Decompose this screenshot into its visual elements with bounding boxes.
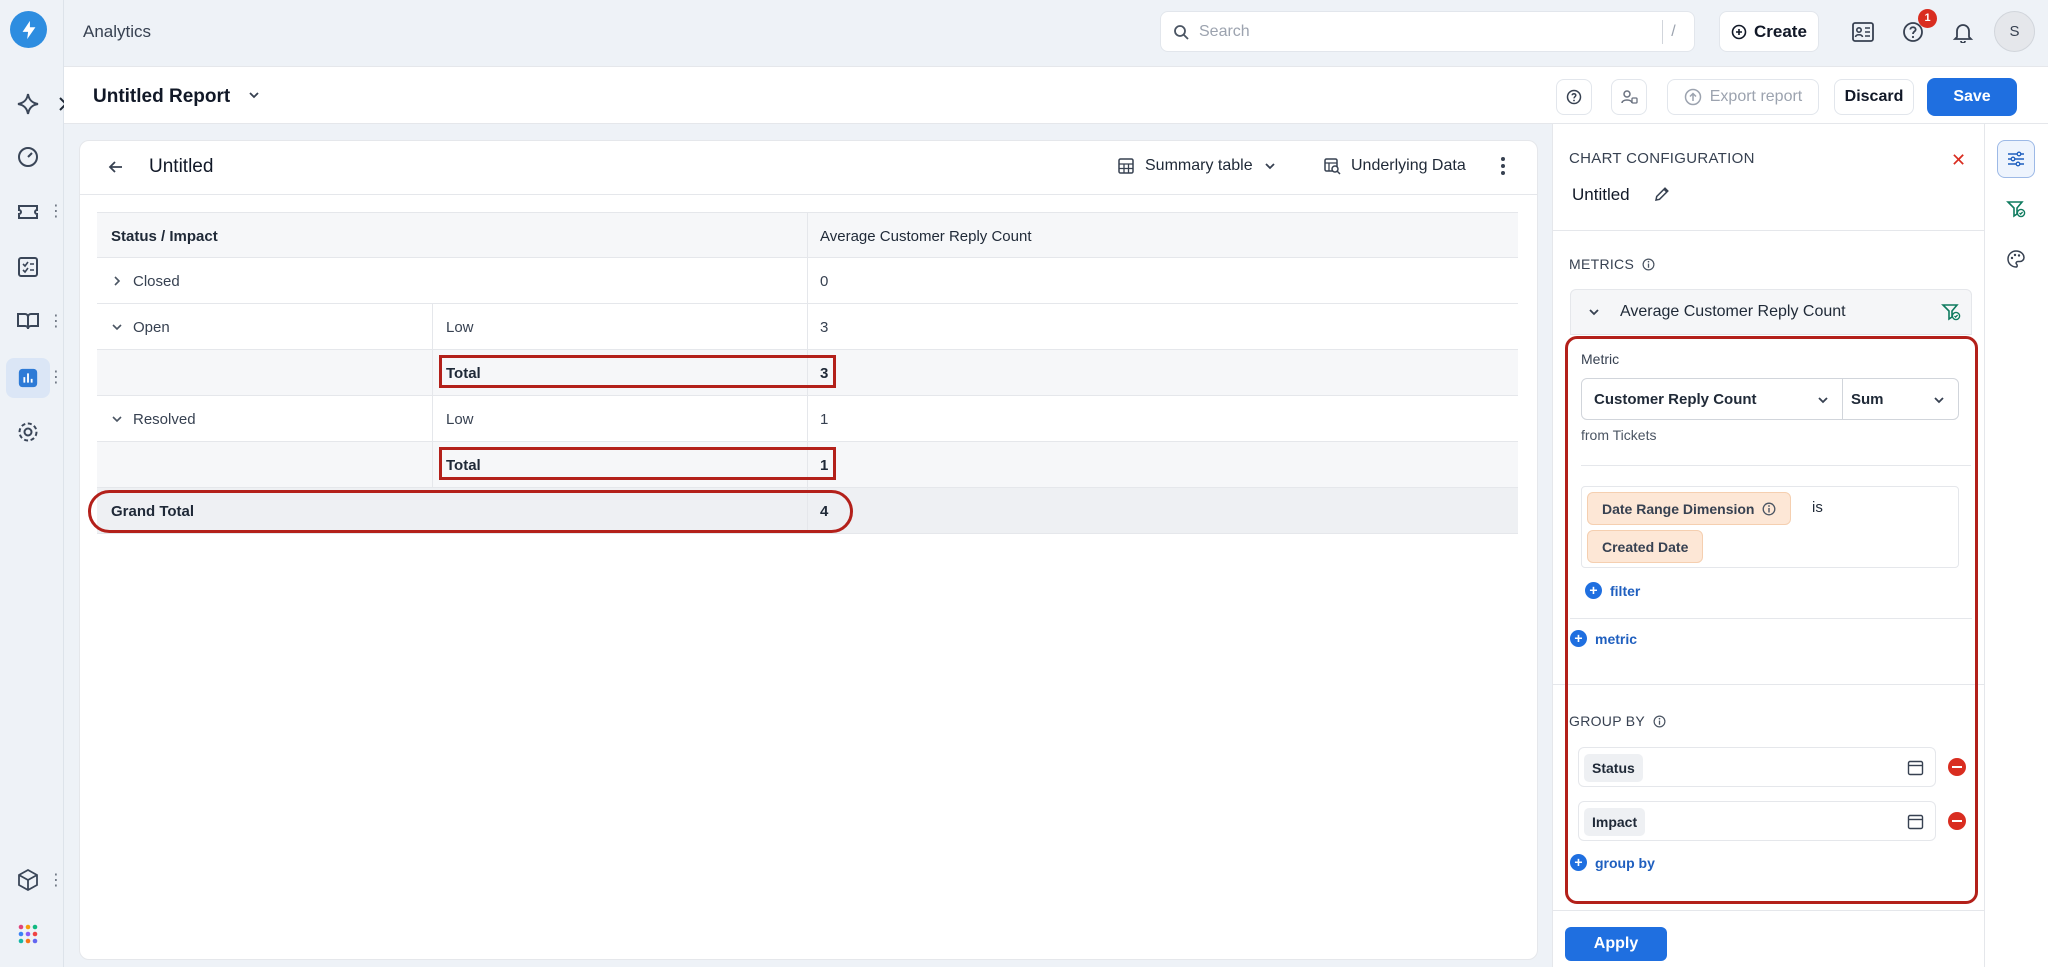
table-row: Closed 0 — [97, 258, 1518, 304]
underlying-data-button[interactable]: Underlying Data — [1323, 157, 1466, 175]
highlight-open-total — [439, 355, 836, 388]
chevron-right-icon — [114, 276, 121, 286]
search-placeholder: Search — [1199, 23, 1250, 40]
checklist-icon[interactable] — [14, 253, 42, 281]
export-report-button[interactable]: Export report — [1667, 79, 1819, 115]
view-type-label: Summary table — [1145, 157, 1253, 174]
user-avatar[interactable]: S — [1994, 11, 2035, 52]
notification-badge: 1 — [1918, 9, 1937, 28]
right-rail — [1984, 124, 2048, 967]
book-icon[interactable] — [14, 307, 42, 335]
status-label: Resolved — [133, 410, 196, 428]
chevron-down-icon[interactable] — [247, 88, 261, 102]
close-icon[interactable]: ✕ — [1951, 150, 1966, 171]
gear-icon[interactable] — [14, 418, 42, 446]
more-options-icon[interactable] — [1500, 155, 1506, 177]
info-icon — [1642, 258, 1655, 270]
dashboard-gauge-icon[interactable] — [14, 143, 42, 171]
config-title: CHART CONFIGURATION — [1569, 150, 1755, 167]
share-access-button[interactable] — [1611, 79, 1647, 115]
cube-more-icon[interactable]: ⋮ — [48, 871, 64, 891]
table-header-row: Status / Impact Average Customer Reply C… — [97, 212, 1518, 259]
impact-label: Low — [446, 318, 474, 336]
highlight-resolved-total — [439, 447, 836, 480]
highlight-config-section — [1565, 336, 1978, 904]
chevron-down-icon — [1264, 163, 1275, 170]
metric-name: Average Customer Reply Count — [1620, 303, 1846, 320]
metrics-section-label: METRICS — [1569, 256, 1655, 272]
chevron-down-icon — [112, 324, 122, 331]
user-lock-icon — [1621, 90, 1638, 104]
metrics-label: METRICS — [1569, 256, 1635, 272]
search-box[interactable]: Search / — [1160, 11, 1695, 52]
report-header: Untitled Report Export report Discard Sa… — [64, 66, 2048, 124]
row-toggle[interactable]: Closed — [111, 258, 180, 304]
discard-button[interactable]: Discard — [1834, 79, 1914, 115]
search-shortcut: / — [1662, 20, 1684, 44]
highlight-grand-total — [88, 490, 853, 533]
app-title: Analytics — [83, 22, 152, 41]
pencil-icon[interactable] — [1653, 185, 1671, 203]
top-bar: Analytics Search / Create 1 S — [64, 0, 2048, 66]
metric-filter-icon[interactable] — [1941, 302, 1961, 322]
chart-title: Untitled — [149, 156, 214, 177]
palette-icon[interactable] — [1997, 240, 2035, 278]
upload-icon — [1684, 88, 1701, 106]
contacts-list-icon[interactable] — [1849, 18, 1877, 46]
table-icon — [1118, 158, 1134, 174]
card-header: Untitled Summary table Underlying Data — [80, 141, 1537, 195]
save-button[interactable]: Save — [1927, 78, 2017, 116]
row-toggle[interactable]: Open — [111, 304, 170, 350]
header-status-impact: Status / Impact — [111, 227, 218, 245]
metric-accordion-header[interactable]: Average Customer Reply Count — [1570, 289, 1972, 335]
left-nav: ⋮ ⋮ ⋮ ⋮ — [0, 0, 68, 967]
back-arrow-icon[interactable] — [106, 157, 126, 177]
status-label: Open — [133, 318, 170, 336]
bell-icon[interactable] — [1949, 18, 1977, 46]
data-search-icon — [1324, 158, 1341, 175]
config-chart-name: Untitled — [1572, 185, 1630, 204]
underlying-data-label: Underlying Data — [1351, 157, 1466, 174]
chevron-down-icon — [112, 416, 122, 423]
value-cell: 3 — [820, 318, 829, 336]
create-button[interactable]: Create — [1719, 11, 1819, 52]
chart-configuration-panel: CHART CONFIGURATION ✕ Untitled METRICS A… — [1552, 124, 1985, 967]
status-label: Closed — [133, 272, 180, 290]
sliders-icon[interactable] — [1997, 140, 2035, 178]
table-row: Open Low 3 — [97, 304, 1518, 350]
table-row: Resolved Low 1 — [97, 396, 1518, 442]
plus-circle-icon — [1731, 24, 1747, 39]
ticket-icon[interactable] — [14, 198, 42, 226]
impact-label: Low — [446, 410, 474, 428]
row-toggle[interactable]: Resolved — [111, 396, 196, 442]
question-icon — [1566, 89, 1582, 105]
analytics-more-icon[interactable]: ⋮ — [48, 368, 64, 388]
value-cell: 1 — [820, 410, 829, 428]
cube-icon[interactable] — [14, 866, 42, 894]
ticket-more-icon[interactable]: ⋮ — [48, 202, 64, 222]
app-logo[interactable] — [10, 11, 47, 48]
sparkle-icon[interactable] — [14, 90, 42, 118]
value-cell: 0 — [820, 272, 829, 290]
report-help-button[interactable] — [1556, 79, 1592, 115]
report-title[interactable]: Untitled Report — [93, 86, 230, 108]
search-icon — [1173, 24, 1189, 40]
export-label: Export report — [1709, 88, 1803, 105]
analytics-chart-icon[interactable] — [14, 364, 42, 392]
apply-button[interactable]: Apply — [1565, 927, 1667, 961]
apps-grid-icon[interactable] — [14, 920, 42, 948]
chevron-down-icon[interactable] — [1587, 305, 1601, 319]
book-more-icon[interactable]: ⋮ — [48, 312, 64, 332]
bolt-icon — [22, 20, 35, 39]
filter-check-icon[interactable] — [1997, 190, 2035, 228]
create-label: Create — [1754, 21, 1807, 41]
view-type-dropdown[interactable]: Summary table — [1117, 157, 1277, 175]
header-avg-reply-count: Average Customer Reply Count — [820, 227, 1032, 245]
